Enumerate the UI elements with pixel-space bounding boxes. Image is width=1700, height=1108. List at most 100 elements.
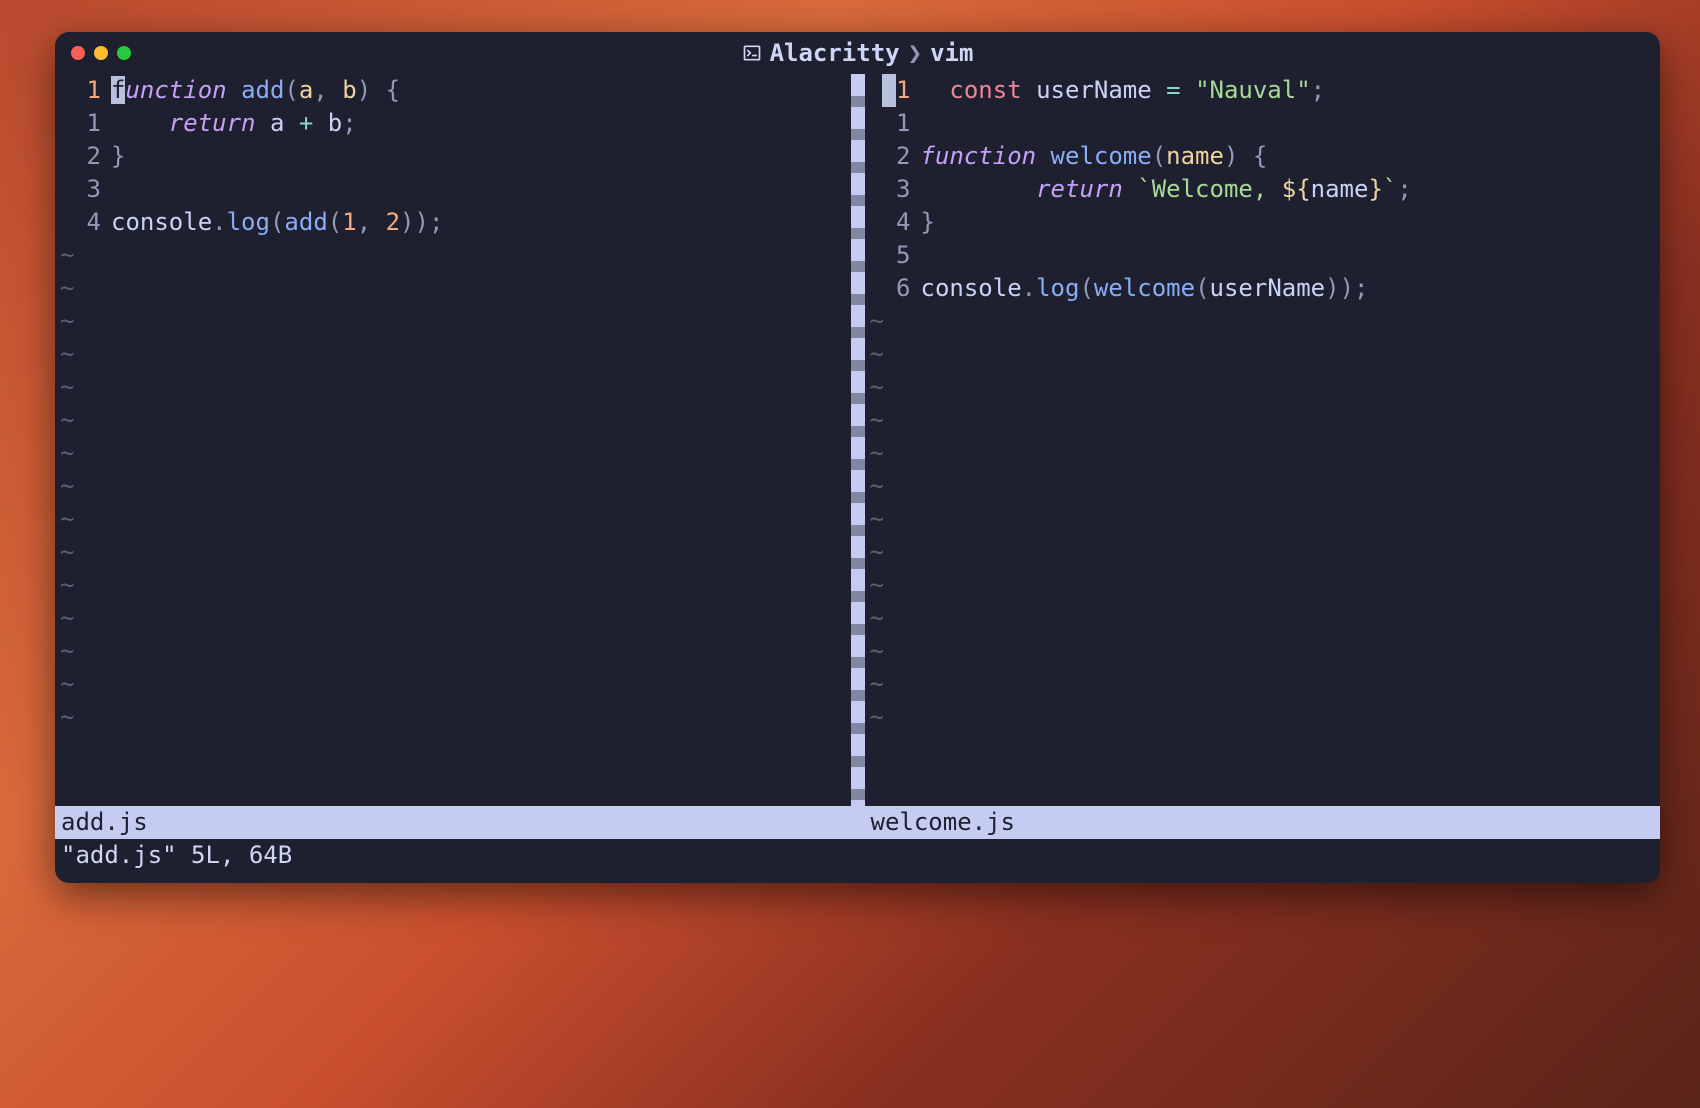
code-token: name: [1166, 142, 1224, 170]
code-line[interactable]: 1function add(a, b) {: [55, 74, 851, 107]
code-line[interactable]: 2function welcome(name) {: [865, 140, 1661, 173]
code-content: console.log(add(1, 2));: [111, 206, 443, 239]
line-number: 4: [55, 206, 111, 239]
status-left: add.js: [55, 806, 851, 839]
empty-line: ~: [55, 338, 851, 371]
tilde-marker: ~: [865, 701, 884, 734]
title-separator: ❯: [908, 39, 922, 67]
code-token: (: [1079, 274, 1093, 302]
code-token: }: [921, 208, 935, 236]
code-token: name: [1311, 175, 1369, 203]
code-token: (: [328, 208, 342, 236]
code-line[interactable]: 4console.log(add(1, 2));: [55, 206, 851, 239]
empty-line: ~: [55, 503, 851, 536]
empty-line: ~: [865, 338, 1661, 371]
code-content: function welcome(name) {: [921, 140, 1268, 173]
code-token: ${: [1282, 175, 1311, 203]
line-number: 1: [865, 107, 921, 140]
tilde-marker: ~: [865, 470, 884, 503]
code-token: welcome: [1094, 274, 1195, 302]
tilde-marker: ~: [55, 371, 74, 404]
tilde-marker: ~: [55, 635, 74, 668]
line-number: 1: [55, 107, 111, 140]
empty-line: ~: [865, 536, 1661, 569]
code-token: `Welcome,: [1137, 175, 1282, 203]
code-line[interactable]: 1 return a + b;: [55, 107, 851, 140]
code-content: }: [921, 206, 935, 239]
terminal-icon: [742, 43, 762, 63]
vertical-split[interactable]: [851, 74, 865, 806]
code-line[interactable]: 1: [865, 107, 1661, 140]
code-token: console: [921, 274, 1022, 302]
window-title: Alacritty ❯ vim: [55, 39, 1660, 67]
tilde-marker: ~: [55, 701, 74, 734]
tilde-marker: ~: [865, 635, 884, 668]
status-bar: add.js welcome.js: [55, 806, 1660, 839]
code-content: return `Welcome, ${name}`;: [921, 173, 1412, 206]
code-line[interactable]: 3 return `Welcome, ${name}`;: [865, 173, 1661, 206]
code-content: function add(a, b) {: [111, 74, 400, 107]
tilde-marker: ~: [865, 602, 884, 635]
code-line[interactable]: 3: [55, 173, 851, 206]
code-token: `: [1383, 175, 1397, 203]
code-line[interactable]: 1 const userName = "Nauval";: [865, 74, 1661, 107]
code-token: add: [284, 208, 327, 236]
minimize-button[interactable]: [94, 46, 108, 60]
pane-left[interactable]: 1function add(a, b) {1 return a + b;2}34…: [55, 74, 851, 806]
empty-line: ~: [55, 668, 851, 701]
pane-right[interactable]: 1 const userName = "Nauval";12function w…: [865, 74, 1661, 806]
code-token: log: [1036, 274, 1079, 302]
maximize-button[interactable]: [117, 46, 131, 60]
code-token: ;: [1397, 175, 1411, 203]
line-number: 5: [865, 239, 921, 272]
code-token: {: [1253, 142, 1267, 170]
empty-line: ~: [865, 602, 1661, 635]
code-token: return: [1036, 175, 1123, 203]
empty-line: ~: [55, 470, 851, 503]
code-token: ,: [313, 76, 342, 104]
empty-line: ~: [865, 701, 1661, 734]
tilde-marker: ~: [55, 437, 74, 470]
code-line[interactable]: 4}: [865, 206, 1661, 239]
code-line[interactable]: 6console.log(welcome(userName));: [865, 272, 1661, 305]
code-token: unction: [125, 76, 226, 104]
code-line[interactable]: 5: [865, 239, 1661, 272]
tilde-marker: ~: [865, 437, 884, 470]
empty-line: ~: [55, 404, 851, 437]
empty-line: ~: [865, 404, 1661, 437]
close-button[interactable]: [71, 46, 85, 60]
empty-line: ~: [55, 635, 851, 668]
code-token: }: [111, 142, 125, 170]
code-token: ,: [357, 208, 386, 236]
tilde-marker: ~: [55, 602, 74, 635]
empty-line: ~: [55, 305, 851, 338]
empty-line: ~: [55, 701, 851, 734]
empty-line: ~: [55, 371, 851, 404]
code-token: a: [299, 76, 313, 104]
tilde-marker: ~: [55, 239, 74, 272]
code-token: "Nauval": [1195, 76, 1311, 104]
empty-line: ~: [55, 536, 851, 569]
tilde-marker: ~: [865, 371, 884, 404]
code-token: b: [313, 109, 342, 137]
empty-line: ~: [55, 437, 851, 470]
code-token: console: [111, 208, 212, 236]
tilde-marker: ~: [55, 272, 74, 305]
code-token: (: [270, 208, 284, 236]
empty-line: ~: [865, 470, 1661, 503]
line-number: 4: [865, 206, 921, 239]
cursor-inactive: [882, 74, 896, 107]
code-token: a: [256, 109, 299, 137]
line-number: 3: [865, 173, 921, 206]
tilde-marker: ~: [865, 668, 884, 701]
code-line[interactable]: 2}: [55, 140, 851, 173]
tilde-marker: ~: [55, 668, 74, 701]
tilde-marker: ~: [55, 338, 74, 371]
tilde-marker: ~: [865, 536, 884, 569]
status-divider: [851, 806, 865, 839]
code-token: return: [169, 109, 256, 137]
tilde-marker: ~: [865, 305, 884, 338]
tilde-marker: ~: [55, 569, 74, 602]
code-token: const: [949, 76, 1021, 104]
tilde-marker: ~: [55, 404, 74, 437]
